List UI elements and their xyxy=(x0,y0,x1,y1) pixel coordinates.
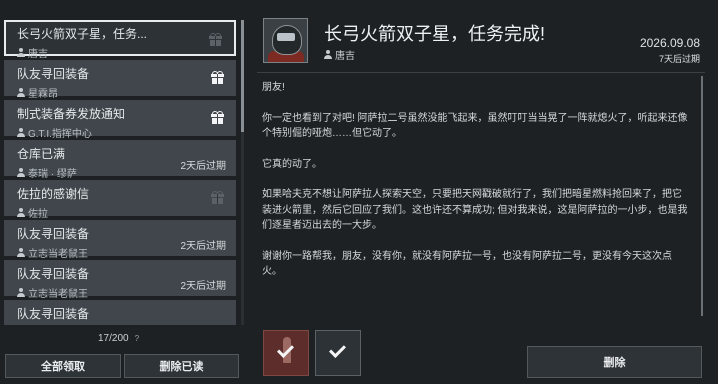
person-icon xyxy=(17,88,25,97)
mail-item-expire: 2天后过期 xyxy=(180,281,226,292)
mail-item-sender: G.T.I.指挥中心 xyxy=(28,129,92,140)
mail-header: 长弓火箭双子星，任务完成! 唐吉 2026.09.08 7天后过期 xyxy=(258,16,708,72)
sender-avatar xyxy=(263,18,308,63)
person-icon xyxy=(17,48,25,57)
scrollbar-thumb[interactable] xyxy=(701,76,703,316)
mail-item[interactable]: 队友寻回装备 立志当老鼠王 2天后过期 xyxy=(4,220,236,260)
gift-icon xyxy=(211,71,224,84)
mail-item-sender: 立志当老鼠王 xyxy=(28,289,88,300)
mail-item[interactable]: 佐拉的感谢信 佐拉 xyxy=(4,180,236,220)
mail-item-sender: 唐吉 xyxy=(28,49,48,60)
check-icon xyxy=(277,341,294,358)
mail-item[interactable]: 队友寻回装备 立志当老鼠王 2天后过期 xyxy=(4,260,236,300)
mail-body-scrollbar[interactable] xyxy=(701,76,703,316)
mail-paragraph: 朋友! xyxy=(262,82,285,93)
mail-item-title: 制式装备券发放通知 xyxy=(17,107,126,121)
person-icon xyxy=(17,128,25,137)
mail-item[interactable]: 长弓火箭双子星，任务... 唐吉 xyxy=(4,20,236,60)
mail-count: 17/200 xyxy=(98,333,129,344)
mail-item-title: 长弓火箭双子星，任务... xyxy=(17,27,148,41)
mail-item-title: 队友寻回装备 xyxy=(17,307,90,321)
scrollbar-thumb[interactable] xyxy=(241,20,244,132)
mail-date: 2026.09.08 xyxy=(639,36,700,50)
mail-item[interactable]: 队友寻回装备 星霖昂 xyxy=(4,60,236,100)
mail-item-title: 队友寻回装备 xyxy=(17,67,90,81)
mail-item-expire: 2天后过期 xyxy=(180,241,226,252)
mail-paragraph: 你一定也看到了对吧! 阿萨拉二号虽然没能飞起来，虽然叮叮当当晃了一阵就熄火了，听… xyxy=(262,112,688,140)
mail-item-sender: 佐拉 xyxy=(28,209,48,220)
person-icon xyxy=(324,50,332,59)
mail-body: 朋友! 你一定也看到了对吧! 阿萨拉二号虽然没能飞起来，虽然叮叮当当晃了一阵就熄… xyxy=(257,72,705,326)
mail-item[interactable]: 仓库已满 泰瑞 · 缪萨 2天后过期 xyxy=(4,140,236,180)
gift-icon xyxy=(211,111,224,124)
gift-icon xyxy=(209,33,222,46)
person-icon xyxy=(17,288,25,297)
mail-item-sender: 星霖昂 xyxy=(28,89,58,100)
person-icon xyxy=(17,248,25,257)
mail-item-sender: 泰瑞 · 缪萨 xyxy=(28,169,77,180)
mail-body-text: 朋友! 你一定也看到了对吧! 阿萨拉二号虽然没能飞起来，虽然叮叮当当晃了一阵就熄… xyxy=(262,80,688,295)
mail-item-expire: 2天后过期 xyxy=(180,161,226,172)
mail-item[interactable]: 队友寻回装备 xyxy=(4,300,236,325)
mail-paragraph: 如果哈夫克不想让阿萨拉人探索天空，只要把天网戳破就行了，我们把暗星燃料抢回来了，… xyxy=(262,189,688,231)
mail-list-scrollbar[interactable] xyxy=(241,20,244,325)
delete-read-button[interactable]: 删除已读 xyxy=(124,354,239,378)
attachment-slot[interactable] xyxy=(315,330,361,376)
check-icon xyxy=(329,341,346,358)
mail-paragraph: 谢谢你一路帮我，朋友，没有你，就没有阿萨拉一号，也没有阿萨拉二号，更没有今天这次… xyxy=(262,250,672,278)
mail-title: 长弓火箭双子星，任务完成! xyxy=(324,24,545,44)
mail-item-title: 佐拉的感谢信 xyxy=(17,187,90,201)
attachment-slot[interactable] xyxy=(263,330,309,376)
mail-expire: 7天后过期 xyxy=(658,54,700,64)
person-icon xyxy=(17,208,25,217)
mail-item-sender: 立志当老鼠王 xyxy=(28,249,88,260)
person-icon xyxy=(17,168,25,177)
mail-list: 长弓火箭双子星，任务... 唐吉 队友寻回装备 星霖昂 制式装备券发放通知 G.… xyxy=(4,20,236,325)
mail-paragraph: 它真的动了。 xyxy=(262,158,322,170)
mail-sender: 唐吉 xyxy=(324,47,355,62)
mail-item[interactable]: 制式装备券发放通知 G.T.I.指挥中心 xyxy=(4,100,236,140)
claim-all-button[interactable]: 全部领取 xyxy=(5,354,121,378)
delete-button[interactable]: 删除 xyxy=(527,346,702,378)
mail-counter: 17/200 ? xyxy=(98,333,139,344)
gift-icon xyxy=(211,191,224,204)
mail-sender-name: 唐吉 xyxy=(335,51,355,62)
help-icon[interactable]: ? xyxy=(135,334,139,343)
